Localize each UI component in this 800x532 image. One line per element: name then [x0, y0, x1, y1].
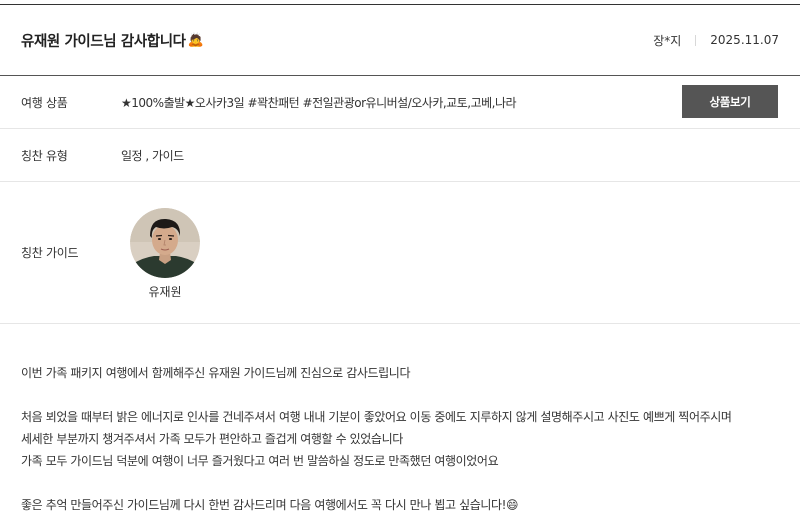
review-meta: 장*지 2025.11.07 [653, 5, 779, 75]
content-paragraph-1: 이번 가족 패키지 여행에서 함께해주신 유재원 가이드님께 진심으로 감사드립… [21, 366, 411, 380]
praise-type-row: 칭찬 유형 일정 , 가이드 [0, 129, 800, 182]
product-name: ★100%출발★오사카3일 #꽉찬패턴 #전일관광or유니버설/오사카,교토,고… [121, 95, 517, 110]
review-date: 2025.11.07 [710, 33, 779, 47]
bowing-emoji-icon: 🙇 [187, 32, 204, 48]
review-author: 장*지 [653, 33, 682, 48]
content-paragraph-3: 좋은 추억 만들어주신 가이드님께 다시 한번 감사드리며 다음 여행에서도 꼭… [21, 494, 781, 516]
guide-avatar [130, 208, 200, 278]
guide-name: 유재원 [148, 285, 182, 299]
meta-separator [695, 34, 697, 46]
view-product-button[interactable]: 상품보기 [682, 85, 778, 118]
grinning-emoji-icon: 😄 [506, 498, 519, 512]
guide-card[interactable]: 유재원 [128, 208, 202, 300]
praise-guide-label: 칭찬 가이드 [21, 246, 79, 260]
review-title: 유재원 가이드님 감사합니다 🙇 [21, 5, 204, 75]
content-paragraph-2-line-2: 세세한 부분까지 챙겨주셔서 가족 모두가 편안하고 즐겁게 여행할 수 있었습… [21, 432, 403, 446]
review-title-text: 유재원 가이드님 감사합니다 [21, 33, 186, 50]
praise-type-value: 일정 , 가이드 [121, 148, 184, 163]
product-label: 여행 상품 [21, 95, 68, 110]
praise-guide-row: 칭찬 가이드 유재원 [0, 182, 800, 324]
content-paragraph-2-line-3: 가족 모두 가이드님 덕분에 여행이 너무 즐거웠다고 여러 번 말씀하실 정도… [21, 454, 499, 468]
product-row: 여행 상품 ★100%출발★오사카3일 #꽉찬패턴 #전일관광or유니버설/오사… [0, 76, 800, 129]
content-paragraph-3-text: 좋은 추억 만들어주신 가이드님께 다시 한번 감사드리며 다음 여행에서도 꼭… [21, 498, 507, 512]
praise-type-label: 칭찬 유형 [21, 148, 68, 163]
review-content: 이번 가족 패키지 여행에서 함께해주신 유재원 가이드님께 진심으로 감사드립… [21, 362, 781, 516]
content-paragraph-2-line-1: 처음 뵈었을 때부터 밝은 에너지로 인사를 건네주셔서 여행 내내 기분이 좋… [21, 410, 732, 424]
review-header: 유재원 가이드님 감사합니다 🙇 장*지 2025.11.07 [0, 5, 800, 75]
